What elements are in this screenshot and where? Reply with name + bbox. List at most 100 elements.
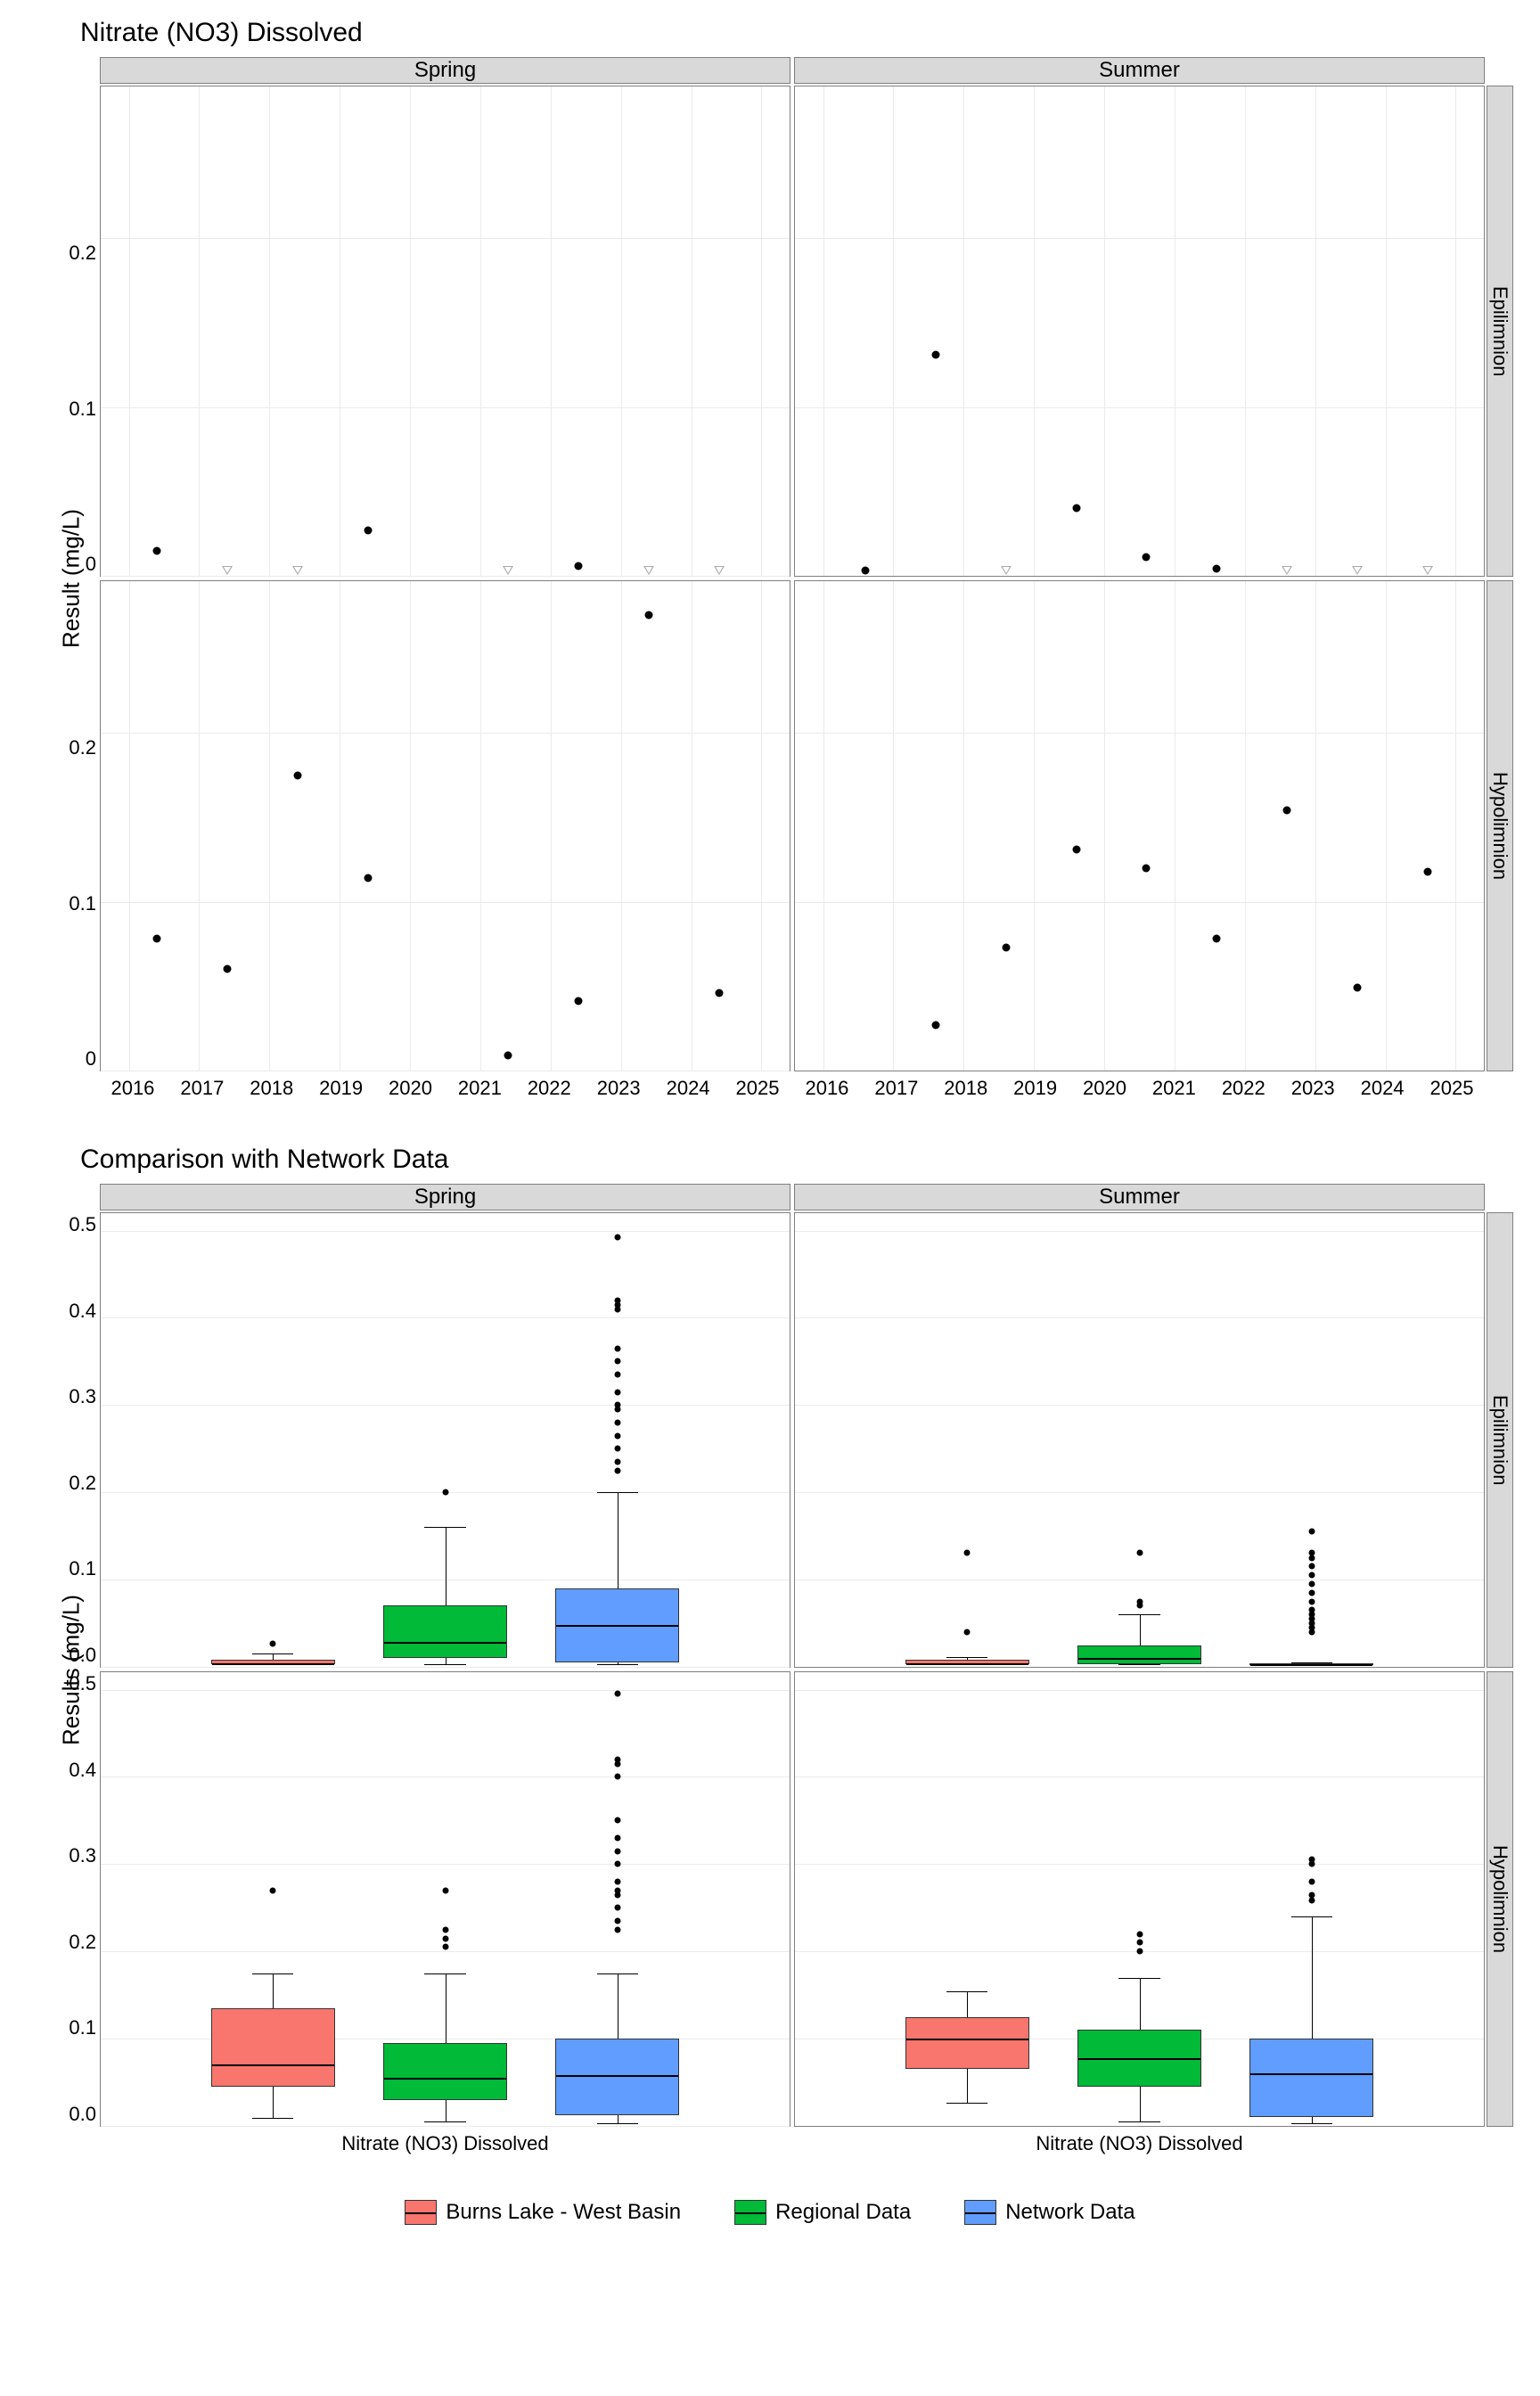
data-point	[575, 997, 583, 1005]
nondetect-marker	[503, 566, 513, 575]
data-point	[645, 611, 653, 619]
box-regional-data	[1077, 2030, 1201, 2087]
outlier	[614, 1756, 620, 1762]
boxplot-y-ticks: 0.50.40.30.20.10.0	[52, 1213, 96, 1667]
panel-spring-hypo: x 0.2 0.1 0	[100, 580, 790, 1071]
outlier	[1136, 1549, 1143, 1555]
data-point	[1143, 554, 1151, 562]
scatter-grid: Result (mg/L) Spring Summer Epilimnion H…	[45, 57, 1513, 1109]
outlier	[614, 1848, 620, 1854]
outlier	[614, 1235, 620, 1241]
scatter-facet-chart: Nitrate (NO3) Dissolved Result (mg/L) Sp…	[27, 18, 1513, 1109]
box-regional-data	[383, 2043, 507, 2100]
outlier	[270, 1887, 276, 1893]
outlier	[614, 1458, 620, 1465]
outlier	[614, 1905, 620, 1911]
data-point	[1072, 846, 1080, 854]
outlier	[614, 1926, 620, 1932]
data-point	[223, 965, 231, 973]
boxplot-x-label-right: Nitrate (NO3) Dissolved	[792, 2129, 1487, 2164]
outlier	[614, 1297, 620, 1303]
box-burns-lake-west-basin	[905, 1660, 1029, 1664]
row-strip-epi2: Epilimnion	[1487, 1212, 1513, 1668]
box-regional-data	[383, 1605, 507, 1658]
scatter-y-ticks: x 0.2 0.1 0	[52, 86, 96, 576]
row-strip-epi: Epilimnion	[1487, 86, 1513, 577]
boxplot-y-ticks2: 0.50.40.30.20.10.0	[52, 1672, 96, 2126]
legend-key-blue	[964, 2200, 996, 2225]
data-point	[504, 1051, 512, 1059]
box-network-data	[1249, 2039, 1373, 2117]
legend-regional: Regional Data	[734, 2200, 911, 2225]
data-point	[153, 546, 161, 554]
nondetect-marker	[1001, 566, 1012, 575]
row-strip-hypo2: Hypolimnion	[1487, 1671, 1513, 2127]
data-point	[1423, 867, 1431, 875]
outlier	[442, 1489, 448, 1496]
outlier	[614, 1917, 620, 1924]
col-strip-spring: Spring	[100, 57, 790, 84]
outlier	[1308, 1607, 1315, 1613]
outlier	[964, 1549, 971, 1555]
outlier	[1308, 1549, 1315, 1555]
outlier	[1136, 1931, 1143, 1937]
box-network-data	[555, 2039, 679, 2115]
nondetect-marker	[643, 566, 654, 575]
outlier	[614, 1432, 620, 1439]
row-strip-hypo: Hypolimnion	[1487, 580, 1513, 1071]
data-point	[1002, 943, 1010, 951]
data-point	[293, 771, 301, 779]
outlier	[614, 1402, 620, 1408]
col-strip-spring2: Spring	[100, 1184, 790, 1210]
outlier	[614, 1372, 620, 1378]
legend-network: Network Data	[964, 2200, 1135, 2225]
data-point	[364, 874, 372, 882]
scatter-title: Nitrate (NO3) Dissolved	[80, 18, 1513, 48]
outlier	[614, 1389, 620, 1395]
data-point	[716, 989, 724, 997]
outlier	[1308, 1878, 1315, 1884]
outlier	[614, 1818, 620, 1824]
outlier	[614, 1358, 620, 1365]
outlier	[1308, 1589, 1315, 1596]
data-point	[364, 526, 372, 534]
outlier	[614, 1419, 620, 1425]
legend: Burns Lake - West Basin Regional Data Ne…	[27, 2200, 1513, 2225]
boxplot-x-label-left: Nitrate (NO3) Dissolved	[98, 2129, 792, 2164]
data-point	[153, 935, 161, 943]
outlier	[964, 1629, 971, 1635]
data-point	[1354, 984, 1362, 992]
outlier	[442, 1944, 448, 1950]
outlier	[442, 1926, 448, 1932]
box-burns-lake-west-basin	[905, 2017, 1029, 2070]
boxplot-title: Comparison with Network Data	[80, 1145, 1513, 1175]
outlier	[614, 1774, 620, 1780]
outlier	[614, 1467, 620, 1473]
outlier	[1136, 1940, 1143, 1946]
outlier	[1308, 1581, 1315, 1588]
boxplot-grid: Results (mg/L) Spring Summer Epilimnion …	[45, 1184, 1513, 2164]
box-network-data	[1249, 1663, 1373, 1665]
outlier	[1308, 1857, 1315, 1863]
outlier	[1136, 1598, 1143, 1604]
outlier	[1308, 1529, 1315, 1535]
outlier	[1308, 1598, 1315, 1604]
data-point	[1143, 864, 1151, 872]
outlier	[1308, 1898, 1315, 1904]
outlier	[270, 1640, 276, 1646]
panel-summer-epi	[794, 86, 1485, 577]
nondetect-marker	[714, 566, 725, 575]
box-regional-data	[1077, 1645, 1201, 1665]
legend-burns: Burns Lake - West Basin	[405, 2200, 681, 2225]
col-strip-summer2: Summer	[794, 1184, 1485, 1210]
data-point	[931, 351, 939, 359]
nondetect-marker	[1422, 566, 1433, 575]
outlier	[1308, 1572, 1315, 1579]
outlier	[614, 1887, 620, 1893]
outlier	[1308, 1563, 1315, 1570]
data-point	[1283, 807, 1291, 815]
legend-key-green	[734, 2200, 766, 2225]
legend-key-red	[405, 2200, 437, 2225]
outlier	[614, 1861, 620, 1867]
scatter-y-ticks2: x 0.2 0.1 0	[52, 581, 96, 1071]
